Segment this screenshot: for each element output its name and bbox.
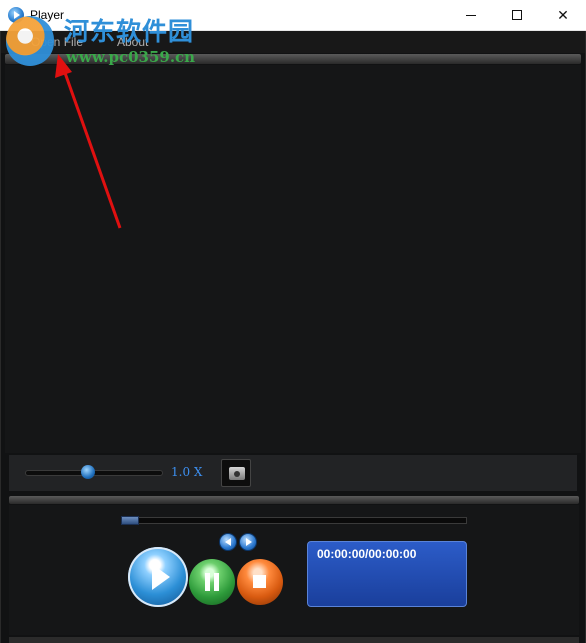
previous-icon xyxy=(225,538,231,546)
watermark-url: www.pc0359.cn xyxy=(66,48,196,66)
previous-button[interactable] xyxy=(219,533,237,551)
next-icon xyxy=(246,538,252,546)
minimize-button[interactable] xyxy=(448,0,494,30)
controls-divider xyxy=(9,496,579,504)
speed-slider-thumb[interactable] xyxy=(80,465,95,479)
close-button[interactable]: ✕ xyxy=(540,0,586,30)
camera-icon xyxy=(229,467,245,480)
pause-icon xyxy=(214,573,219,591)
time-display: 00:00:00/00:00:00 xyxy=(317,547,417,561)
pause-icon xyxy=(205,573,210,591)
player-app: Open File About 1.0 X 00:00:00/00:00:00 xyxy=(0,31,586,643)
speed-label: 1.0 X xyxy=(171,465,203,479)
maximize-icon xyxy=(512,10,522,20)
pause-button[interactable] xyxy=(189,559,235,605)
stop-button[interactable] xyxy=(237,559,283,605)
seek-bar-thumb[interactable] xyxy=(121,516,139,525)
snapshot-button[interactable] xyxy=(221,459,251,487)
next-button[interactable] xyxy=(239,533,257,551)
watermark-brand: 河东软件园 xyxy=(64,17,195,46)
minimize-icon xyxy=(466,14,476,16)
controls-panel: 00:00:00/00:00:00 xyxy=(9,505,579,635)
watermark-logo xyxy=(6,16,54,66)
play-button[interactable] xyxy=(128,547,188,607)
stop-icon xyxy=(253,575,266,588)
close-icon: ✕ xyxy=(557,6,569,23)
speed-bar: 1.0 X xyxy=(9,455,577,491)
time-display-panel: 00:00:00/00:00:00 xyxy=(307,541,467,607)
maximize-button[interactable] xyxy=(494,0,540,30)
play-icon xyxy=(152,564,170,590)
video-display xyxy=(5,65,581,453)
seek-bar[interactable] xyxy=(121,517,467,524)
bottom-border xyxy=(9,637,579,643)
